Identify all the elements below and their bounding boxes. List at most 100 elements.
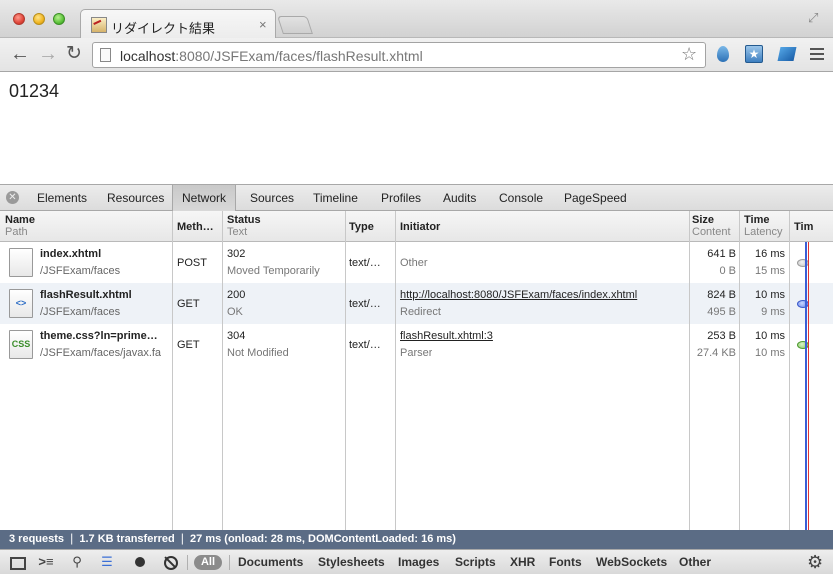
tab-sources[interactable]: Sources [241,185,303,211]
initiator-link[interactable]: flashResult.xhtml:3 [400,330,688,342]
filter-images[interactable]: Images [398,555,439,569]
zoom-window-button[interactable] [53,13,65,25]
request-content-size: 27.4 KB [696,347,736,359]
table-row[interactable]: index.xhtml /JSFExam/faces POST 302 Move… [0,242,833,283]
request-status-text: Not Modified [227,347,289,359]
divider [229,555,230,570]
close-window-button[interactable] [13,13,25,25]
column-timeline[interactable]: Tim [794,221,813,233]
tab-close-icon[interactable]: × [259,17,267,32]
column-size[interactable]: Size Content [692,214,731,238]
request-latency: 15 ms [755,265,785,277]
tab-title: リダイレクト結果 [111,21,216,36]
tab-audits[interactable]: Audits [434,185,485,211]
html-file-icon: <> [9,289,33,318]
menu-icon[interactable] [810,48,824,60]
network-grid: Name Path Meth… Status Text Type Initiator… [0,211,833,530]
request-time: 10 ms [755,330,785,342]
extension-flag-icon[interactable] [777,47,797,61]
dock-icon[interactable] [8,554,26,570]
list-view-icon[interactable]: ☰ [98,554,116,570]
address-bar[interactable]: localhost:8080/JSFExam/faces/flashResult… [92,42,706,68]
request-status: 302 [227,248,246,260]
extension-drop-icon[interactable] [717,46,729,62]
url-path: :8080/JSFExam/faces/flashResult.xhtml [175,48,423,64]
column-name[interactable]: Name Path [5,214,35,238]
request-status: 200 [227,289,246,301]
clear-icon[interactable] [161,554,179,570]
request-latency: 9 ms [761,306,785,318]
request-initiator: Other [400,257,428,269]
column-name-label: Name [5,214,35,226]
column-timeline-label: Tim [794,221,814,233]
column-initiator[interactable]: Initiator [400,221,440,233]
url-text[interactable]: localhost:8080/JSFExam/faces/flashResult… [120,48,423,64]
forward-arrow-icon[interactable]: → [38,43,58,65]
request-time: 16 ms [755,248,785,260]
request-name: theme.css?ln=prime… [40,330,158,342]
filter-stylesheets[interactable]: Stylesheets [318,555,385,569]
table-row[interactable]: CSS theme.css?ln=prime… /JSFExam/faces/j… [0,324,833,365]
column-type[interactable]: Type [349,221,374,233]
tab-elements[interactable]: Elements [28,185,96,211]
tab-pagespeed[interactable]: PageSpeed [555,185,636,211]
table-row[interactable]: <> flashResult.xhtml /JSFExam/faces GET … [0,283,833,324]
initiator-link[interactable]: http://localhost:8080/JSFExam/faces/inde… [400,289,688,301]
new-tab-button[interactable] [277,16,313,34]
column-time[interactable]: Time Latency [744,214,783,238]
tab-profiles[interactable]: Profiles [372,185,430,211]
column-divider[interactable] [689,211,690,530]
favicon-icon [91,17,107,33]
back-arrow-icon[interactable]: ← [10,43,30,65]
filter-xhr[interactable]: XHR [510,555,535,569]
console-drawer-icon[interactable]: >≡ [37,554,55,570]
column-divider[interactable] [739,211,740,530]
column-divider[interactable] [395,211,396,530]
column-path-label: Path [5,226,28,238]
column-divider[interactable] [345,211,346,530]
filter-all[interactable]: All [194,555,222,570]
bookmark-star-icon[interactable]: ☆ [681,44,697,65]
browser-toolbar: ← → ↻ localhost:8080/JSFExam/faces/flash… [0,38,833,72]
request-type: text/… [349,257,381,269]
request-type: text/… [349,298,381,310]
tab-timeline[interactable]: Timeline [304,185,367,211]
column-type-label: Type [349,221,374,233]
page-output-text: 01234 [9,81,60,101]
filter-fonts[interactable]: Fonts [549,555,582,569]
request-name: index.xhtml [40,248,102,260]
filter-scripts[interactable]: Scripts [455,555,496,569]
request-status-text: Moved Temporarily [227,265,320,277]
request-initiator-type: Redirect [400,306,441,318]
tab-console[interactable]: Console [490,185,552,211]
fullscreen-icon[interactable]: ⤢ [808,10,818,26]
filter-websockets[interactable]: WebSockets [596,555,667,569]
column-divider[interactable] [222,211,223,530]
column-divider[interactable] [789,211,790,530]
reload-icon[interactable]: ↻ [66,43,82,65]
column-divider[interactable] [172,211,173,530]
filter-other[interactable]: Other [679,555,711,569]
domcontentloaded-marker [805,242,807,530]
divider [187,555,188,570]
onload-marker [808,242,809,530]
document-file-icon [9,248,33,277]
tab-resources[interactable]: Resources [98,185,173,211]
record-icon[interactable] [131,554,149,570]
request-method: GET [177,339,200,351]
gear-icon[interactable]: ⚙ [807,552,823,573]
network-summary: 3 requests ❘ 1.7 KB transferred ❘ 27 ms … [0,530,833,549]
column-status[interactable]: Status Text [227,214,261,238]
request-path: /JSFExam/faces/javax.fa [40,347,162,359]
column-method[interactable]: Meth… [177,221,214,233]
search-icon[interactable]: ⚲ [68,554,86,570]
devtools-close-icon[interactable]: ✕ [6,191,19,204]
filter-documents[interactable]: Documents [238,555,303,569]
minimize-window-button[interactable] [33,13,45,25]
tab-network[interactable]: Network [172,185,237,211]
request-initiator-type: Parser [400,347,433,359]
extension-star-icon[interactable]: ★ [745,45,763,63]
browser-tab[interactable]: リダイレクト結果 × [80,9,276,39]
request-type: text/… [349,339,381,351]
url-host: localhost [120,48,176,64]
